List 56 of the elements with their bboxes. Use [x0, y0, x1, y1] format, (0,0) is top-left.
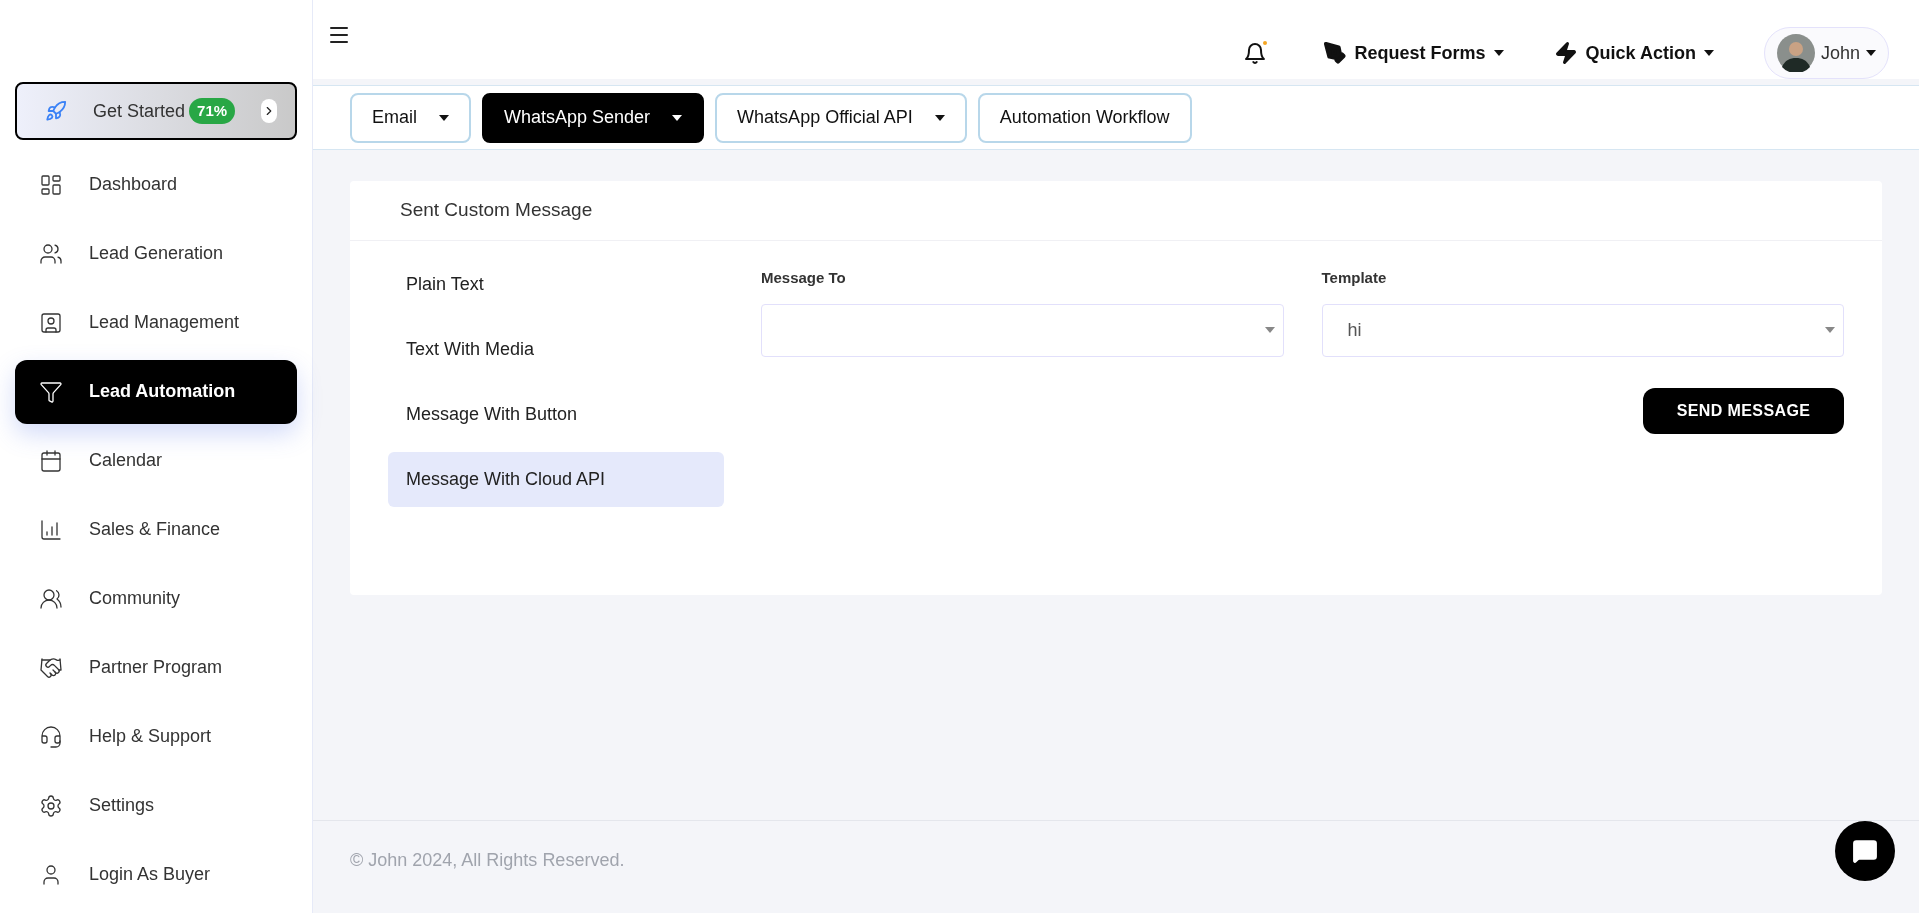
field-label: Message To	[761, 268, 847, 288]
caret-icon	[1493, 50, 1504, 56]
message-type-option[interactable]: Message With Cloud API	[388, 452, 724, 507]
progress-badge: 71%	[189, 97, 236, 125]
sidebar-item[interactable]: Login As Buyer	[15, 842, 297, 907]
nav-tab[interactable]: Email	[350, 92, 471, 143]
people-icon	[39, 586, 63, 611]
field-label: Template	[1321, 268, 1388, 288]
caret-icon	[672, 114, 683, 121]
nav-tab[interactable]: WhatsApp Official API	[715, 92, 967, 143]
sidebar-item[interactable]: Community	[15, 566, 297, 631]
sidebar-item[interactable]: Partner Program	[15, 635, 297, 700]
caret-icon	[1825, 327, 1835, 333]
handshake-icon	[39, 655, 63, 680]
header-menu-button[interactable]: Request Forms	[1322, 39, 1504, 67]
sidebar-item[interactable]: Dashboard	[15, 152, 297, 217]
caret-icon	[439, 114, 449, 121]
nav-tab[interactable]: WhatsApp Sender	[482, 92, 705, 143]
sidebar-item[interactable]: Lead Automation	[15, 359, 297, 424]
arrow-button[interactable]	[261, 99, 277, 123]
contact-card-icon	[39, 310, 63, 335]
dashboard-icon	[39, 172, 63, 197]
header-menu-button[interactable]: Quick Action	[1553, 39, 1714, 67]
user-menu-button[interactable]: John	[1763, 27, 1889, 79]
chat-icon	[1852, 838, 1878, 864]
headset-icon	[39, 724, 63, 749]
chat-launcher-button[interactable]	[1835, 821, 1895, 881]
message-type-option[interactable]: Plain Text	[388, 257, 724, 312]
avatar-icon	[1776, 34, 1815, 72]
sidebar-item[interactable]: Lead Management	[15, 290, 297, 355]
calendar-icon	[39, 448, 63, 473]
card-title: Sent Custom Message	[400, 198, 593, 223]
message-type-option[interactable]: Text With Media	[388, 322, 724, 377]
sidebar-item[interactable]: Calendar	[15, 428, 297, 493]
lightning-icon	[1553, 41, 1578, 65]
message-type-option[interactable]: Message With Button	[388, 387, 724, 442]
sidebar-item[interactable]: Lead Generation	[15, 221, 297, 286]
copyright-text: © John 2024, All Rights Reserved.	[350, 848, 625, 872]
sidebar-item[interactable]: Settings	[15, 773, 297, 838]
rocket-icon	[45, 100, 67, 122]
sidebar-item[interactable]: Help & Support	[15, 704, 297, 769]
caret-icon	[1866, 50, 1876, 56]
caret-icon	[1703, 50, 1714, 56]
sidebar-item[interactable]: Sales & Finance	[15, 497, 297, 562]
people-icon	[39, 241, 63, 266]
notification-bell-icon[interactable]	[1242, 40, 1269, 66]
get-started-label: Get Started	[93, 99, 186, 123]
select-field[interactable]: hi	[1321, 303, 1844, 357]
send-message-button[interactable]: SEND MESSAGE	[1643, 387, 1844, 434]
select-field[interactable]	[761, 303, 1284, 357]
caret-icon	[934, 114, 945, 121]
caret-icon	[1264, 327, 1275, 333]
settings-icon	[39, 793, 63, 818]
get-started-banner[interactable]: Get Started 71%	[15, 82, 297, 140]
nav-tab[interactable]: Automation Workflow	[977, 92, 1192, 143]
funnel-icon	[39, 379, 63, 404]
